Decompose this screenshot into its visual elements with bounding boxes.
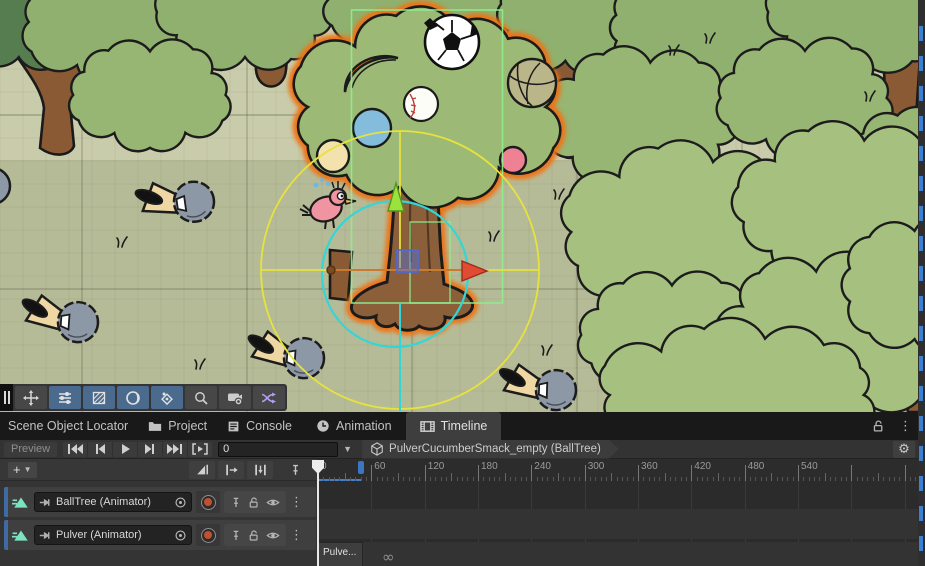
breadcrumb-label: PulverCucumberSmack_empty (BallTree) bbox=[389, 443, 601, 455]
track-color-stripe bbox=[4, 487, 8, 517]
track-lane bbox=[318, 509, 918, 539]
track-name: Pulver (Animator) bbox=[56, 529, 170, 541]
track-binding-field[interactable]: BallTree (Animator) bbox=[34, 492, 192, 512]
tab-animation[interactable]: Animation bbox=[316, 412, 392, 440]
record-button[interactable] bbox=[196, 524, 220, 546]
clip-edit-mode-replace-icon[interactable] bbox=[247, 461, 273, 479]
tab-label: Console bbox=[246, 419, 292, 433]
chevron-down-icon[interactable]: ▼ bbox=[343, 444, 352, 454]
animator-icon bbox=[39, 496, 52, 509]
tab-project[interactable]: Project bbox=[148, 412, 207, 440]
console-icon bbox=[227, 420, 240, 433]
kebab-menu-icon[interactable]: ⋮ bbox=[899, 419, 911, 434]
record-button[interactable] bbox=[196, 491, 220, 513]
tab-timeline[interactable]: Timeline bbox=[406, 412, 502, 440]
ruler-label: 60 bbox=[374, 461, 385, 472]
search-icon[interactable] bbox=[185, 386, 217, 409]
ruler-label: 360 bbox=[641, 461, 658, 472]
ruler-label: 120 bbox=[428, 461, 445, 472]
sliders-icon[interactable] bbox=[49, 386, 81, 409]
track-color-stripe bbox=[4, 520, 8, 550]
curves-view-icon[interactable] bbox=[189, 461, 215, 479]
unlock-icon[interactable] bbox=[248, 496, 260, 509]
film-icon bbox=[420, 419, 435, 434]
add-track-button[interactable]: + ▼ bbox=[8, 462, 37, 478]
pivot-handle bbox=[327, 266, 335, 274]
timeline-panel: + ▼ BallTree (Animator) bbox=[0, 459, 925, 566]
object-picker-icon[interactable] bbox=[174, 529, 187, 542]
track-row-pulver[interactable]: Pulver (Animator) ⋮ bbox=[4, 520, 316, 550]
timeline-toolbar: Preview 0 ▼ PulverCucumberSmack_empty (B… bbox=[0, 440, 925, 459]
panel-tab-bar: Scene Object Locator Project Console Ani… bbox=[0, 412, 925, 440]
baseball bbox=[404, 87, 438, 121]
track-lane bbox=[318, 542, 918, 566]
shuffle-icon[interactable] bbox=[253, 386, 285, 409]
preview-toggle-button[interactable]: Preview bbox=[4, 442, 57, 457]
animation-track-icon bbox=[12, 493, 30, 511]
chevron-down-icon: ▼ bbox=[24, 463, 32, 477]
track-binding-field[interactable]: Pulver (Animator) bbox=[34, 525, 192, 545]
ruler-label: 300 bbox=[588, 461, 605, 472]
marker-pin-icon[interactable] bbox=[289, 463, 302, 477]
animator-icon bbox=[39, 529, 52, 542]
tab-scene-object-locator[interactable]: Scene Object Locator bbox=[8, 412, 128, 440]
track-menu-icon[interactable]: ⋮ bbox=[290, 528, 302, 543]
move-tool-icon[interactable] bbox=[15, 386, 47, 409]
pink-ball bbox=[500, 147, 526, 173]
gizmo-diamond-icon[interactable] bbox=[151, 386, 183, 409]
contrast-circle-icon[interactable] bbox=[117, 386, 149, 409]
plus-icon: + bbox=[13, 463, 21, 477]
ruler-label: 480 bbox=[748, 461, 765, 472]
track-menu-icon[interactable]: ⋮ bbox=[290, 495, 302, 510]
tab-label: Scene Object Locator bbox=[8, 419, 128, 433]
timeline-end-marker[interactable] bbox=[358, 461, 364, 474]
ruler-label: 180 bbox=[481, 461, 498, 472]
folder-icon bbox=[148, 419, 162, 433]
eye-icon[interactable] bbox=[266, 529, 280, 542]
tab-console[interactable]: Console bbox=[227, 412, 292, 440]
blue-ball bbox=[353, 109, 391, 147]
eye-icon[interactable] bbox=[266, 496, 280, 509]
camera-visibility-icon[interactable] bbox=[219, 386, 251, 409]
ruler-label: 420 bbox=[694, 461, 711, 472]
pin-icon[interactable] bbox=[230, 529, 242, 542]
track-row-balltree[interactable]: BallTree (Animator) ⋮ bbox=[4, 487, 316, 517]
cube-icon bbox=[370, 442, 384, 456]
clock-icon bbox=[316, 419, 330, 433]
clip-edit-mode-ripple-icon[interactable] bbox=[218, 461, 244, 479]
object-picker-icon[interactable] bbox=[174, 496, 187, 509]
scene-view[interactable] bbox=[0, 0, 925, 412]
next-frame-button[interactable] bbox=[138, 442, 163, 457]
plane-handle bbox=[397, 250, 418, 272]
unlock-icon[interactable] bbox=[248, 529, 260, 542]
scene-overlay-toolbar bbox=[0, 384, 287, 411]
right-scrollbar[interactable] bbox=[918, 0, 925, 566]
ruler-label: 540 bbox=[801, 461, 818, 472]
gear-icon[interactable]: ⚙ bbox=[893, 441, 915, 458]
editor-window: Scene Object Locator Project Console Ani… bbox=[0, 0, 925, 566]
tab-label: Project bbox=[168, 419, 207, 433]
animation-clip[interactable]: Pulve... bbox=[318, 542, 363, 566]
tab-label: Animation bbox=[336, 419, 392, 433]
animation-track-icon bbox=[12, 526, 30, 544]
infinity-icon: ∞ bbox=[382, 542, 395, 566]
track-header-column: + ▼ BallTree (Animator) bbox=[0, 459, 318, 566]
timeline-ruler[interactable]: 0 60120180240300360420480540 bbox=[318, 459, 918, 481]
tab-label: Timeline bbox=[441, 419, 488, 433]
clips-area[interactable]: Pulve... ∞ bbox=[318, 481, 918, 566]
toolbar-grip-handle[interactable] bbox=[0, 384, 13, 411]
ruler-label: 240 bbox=[534, 461, 551, 472]
breadcrumb[interactable]: PulverCucumberSmack_empty (BallTree) bbox=[362, 440, 619, 459]
skip-to-start-button[interactable] bbox=[63, 442, 88, 457]
track-name: BallTree (Animator) bbox=[56, 496, 170, 508]
current-frame-field[interactable]: 0 bbox=[218, 442, 338, 457]
play-button[interactable] bbox=[113, 442, 138, 457]
previous-frame-button[interactable] bbox=[88, 442, 113, 457]
playhead-line bbox=[317, 472, 319, 566]
pin-icon[interactable] bbox=[230, 496, 242, 509]
unlock-icon[interactable] bbox=[872, 419, 885, 433]
hatch-grid-icon[interactable] bbox=[83, 386, 115, 409]
skip-to-end-button[interactable] bbox=[163, 442, 188, 457]
play-range-button[interactable] bbox=[188, 442, 212, 457]
